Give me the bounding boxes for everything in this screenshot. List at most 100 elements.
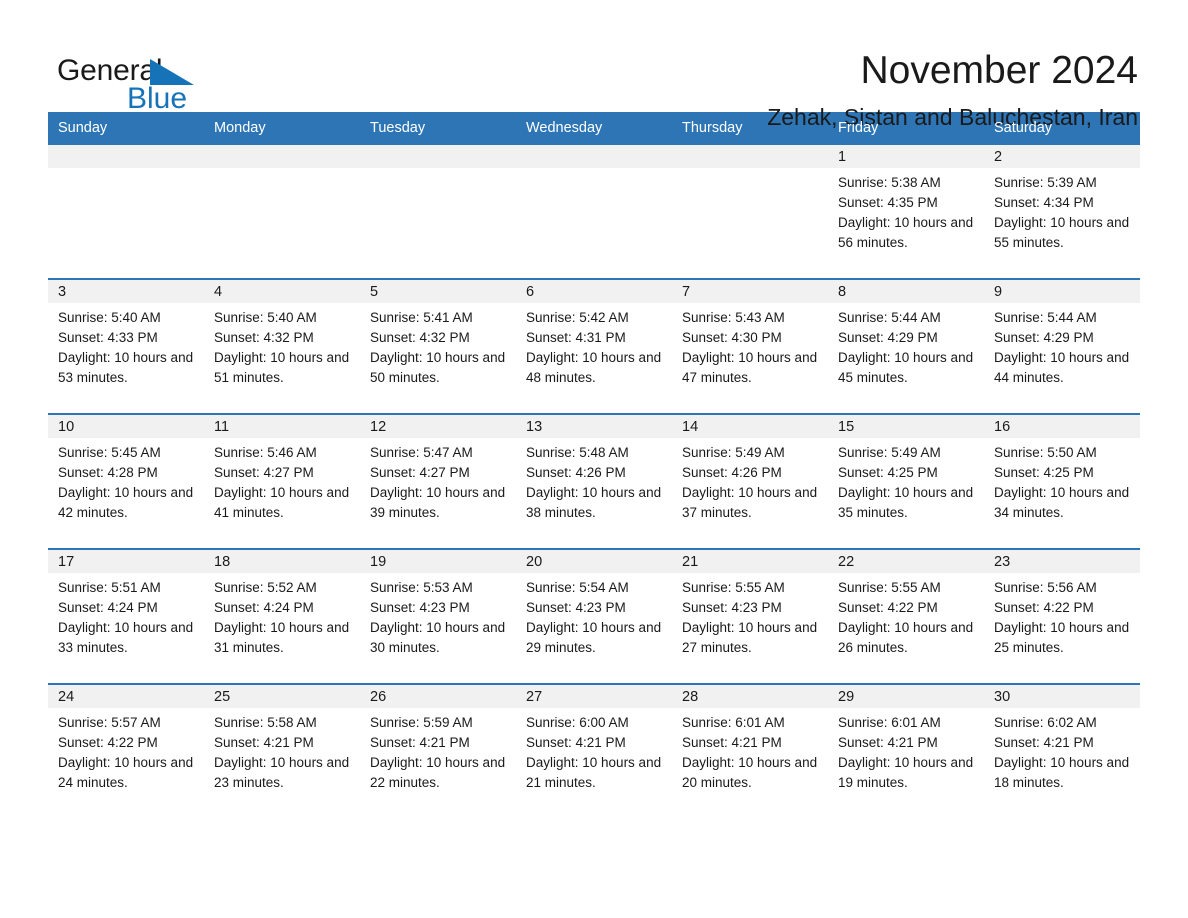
sunset-text: Sunset: 4:28 PM — [58, 465, 158, 480]
day-info: Sunrise: 6:01 AM Sunset: 4:21 PM Daylight:… — [828, 708, 984, 793]
calendar-day-cell[interactable]: 6 Sunrise: 5:42 AM Sunset: 4:31 PM Daylight… — [516, 278, 672, 414]
daylight-text: Daylight: 10 hours and 34 minutes. — [994, 485, 1130, 520]
calendar-day-cell[interactable]: 11 Sunrise: 5:46 AM Sunset: 4:27 PM Dayligh… — [204, 413, 360, 549]
sunrise-text: Sunrise: 5:41 AM — [370, 310, 473, 325]
sunrise-sunset-calendar: Sunday Monday Tuesday Wednesday Thursday… — [48, 112, 1140, 818]
daylight-text: Daylight: 10 hours and 30 minutes. — [370, 620, 506, 655]
calendar-day-cell[interactable]: 20 Sunrise: 5:54 AM Sunset: 4:23 PM Dayligh… — [516, 548, 672, 684]
sunset-text: Sunset: 4:35 PM — [838, 195, 938, 210]
calendar-day-cell[interactable]: 17 Sunrise: 5:51 AM Sunset: 4:24 PM Dayligh… — [48, 548, 204, 684]
day-number: 2 — [984, 145, 1140, 168]
day-cell-inner — [672, 145, 828, 278]
sunrise-text: Sunrise: 6:00 AM — [526, 715, 629, 730]
calendar-day-cell[interactable]: 14 Sunrise: 5:49 AM Sunset: 4:26 PM Dayligh… — [672, 413, 828, 549]
day-cell-inner: 27 Sunrise: 6:00 AM Sunset: 4:21 PM Dayligh… — [516, 685, 672, 818]
daylight-text: Daylight: 10 hours and 41 minutes. — [214, 485, 350, 520]
daylight-text: Daylight: 10 hours and 38 minutes. — [526, 485, 662, 520]
sunset-text: Sunset: 4:25 PM — [838, 465, 938, 480]
calendar-day-cell[interactable]: 23 Sunrise: 5:56 AM Sunset: 4:22 PM Dayligh… — [984, 548, 1140, 684]
calendar-day-cell[interactable]: 1 Sunrise: 5:38 AM Sunset: 4:35 PM Daylight… — [828, 145, 984, 279]
day-info: Sunrise: 5:46 AM Sunset: 4:27 PM Daylight:… — [204, 438, 360, 523]
calendar-day-cell[interactable]: 8 Sunrise: 5:44 AM Sunset: 4:29 PM Daylight… — [828, 278, 984, 414]
calendar-page: General Blue November 2024 Zehak, Sistan… — [0, 0, 1188, 918]
day-number: 26 — [360, 685, 516, 708]
day-number: 24 — [48, 685, 204, 708]
sunset-text: Sunset: 4:29 PM — [994, 330, 1094, 345]
day-cell-inner: 5 Sunrise: 5:41 AM Sunset: 4:32 PM Daylight… — [360, 280, 516, 413]
sunrise-text: Sunrise: 5:58 AM — [214, 715, 317, 730]
day-number: 11 — [204, 415, 360, 438]
sunset-text: Sunset: 4:30 PM — [682, 330, 782, 345]
sunset-text: Sunset: 4:21 PM — [214, 735, 314, 750]
sunset-text: Sunset: 4:22 PM — [838, 600, 938, 615]
calendar-day-cell[interactable]: 29 Sunrise: 6:01 AM Sunset: 4:21 PM Dayligh… — [828, 683, 984, 818]
calendar-day-cell[interactable]: 2 Sunrise: 5:39 AM Sunset: 4:34 PM Daylight… — [984, 145, 1140, 279]
sunset-text: Sunset: 4:21 PM — [682, 735, 782, 750]
sunrise-text: Sunrise: 6:02 AM — [994, 715, 1097, 730]
sunrise-text: Sunrise: 5:57 AM — [58, 715, 161, 730]
sunrise-text: Sunrise: 5:59 AM — [370, 715, 473, 730]
calendar-day-cell[interactable]: 9 Sunrise: 5:44 AM Sunset: 4:29 PM Daylight… — [984, 278, 1140, 414]
day-cell-inner — [204, 145, 360, 278]
day-cell-inner: 19 Sunrise: 5:53 AM Sunset: 4:23 PM Dayligh… — [360, 550, 516, 683]
sunrise-text: Sunrise: 5:54 AM — [526, 580, 629, 595]
daylight-text: Daylight: 10 hours and 18 minutes. — [994, 755, 1130, 790]
day-cell-inner — [516, 145, 672, 278]
sunrise-text: Sunrise: 5:50 AM — [994, 445, 1097, 460]
sunrise-text: Sunrise: 6:01 AM — [838, 715, 941, 730]
day-info: Sunrise: 5:58 AM Sunset: 4:21 PM Daylight:… — [204, 708, 360, 793]
day-info: Sunrise: 5:41 AM Sunset: 4:32 PM Daylight:… — [360, 303, 516, 388]
day-number: 20 — [516, 550, 672, 573]
day-number: 5 — [360, 280, 516, 303]
day-number — [204, 145, 360, 168]
sunrise-text: Sunrise: 5:44 AM — [994, 310, 1097, 325]
day-number — [48, 145, 204, 168]
calendar-day-cell[interactable]: 3 Sunrise: 5:40 AM Sunset: 4:33 PM Daylight… — [48, 278, 204, 414]
calendar-day-cell[interactable]: 18 Sunrise: 5:52 AM Sunset: 4:24 PM Dayligh… — [204, 548, 360, 684]
day-cell-inner: 6 Sunrise: 5:42 AM Sunset: 4:31 PM Daylight… — [516, 280, 672, 413]
day-cell-inner — [48, 145, 204, 278]
day-number: 10 — [48, 415, 204, 438]
calendar-day-cell[interactable]: 26 Sunrise: 5:59 AM Sunset: 4:21 PM Dayligh… — [360, 683, 516, 818]
day-cell-inner: 10 Sunrise: 5:45 AM Sunset: 4:28 PM Dayligh… — [48, 415, 204, 548]
day-info: Sunrise: 5:40 AM Sunset: 4:32 PM Daylight:… — [204, 303, 360, 388]
calendar-cell-empty — [48, 145, 204, 279]
calendar-day-cell[interactable]: 12 Sunrise: 5:47 AM Sunset: 4:27 PM Dayligh… — [360, 413, 516, 549]
day-number — [360, 145, 516, 168]
day-info: Sunrise: 5:39 AM Sunset: 4:34 PM Daylight:… — [984, 168, 1140, 253]
calendar-day-cell[interactable]: 10 Sunrise: 5:45 AM Sunset: 4:28 PM Dayligh… — [48, 413, 204, 549]
calendar-day-cell[interactable]: 16 Sunrise: 5:50 AM Sunset: 4:25 PM Dayligh… — [984, 413, 1140, 549]
day-info: Sunrise: 5:59 AM Sunset: 4:21 PM Daylight:… — [360, 708, 516, 793]
sunrise-text: Sunrise: 5:45 AM — [58, 445, 161, 460]
calendar-day-cell[interactable]: 21 Sunrise: 5:55 AM Sunset: 4:23 PM Dayligh… — [672, 548, 828, 684]
sunset-text: Sunset: 4:21 PM — [370, 735, 470, 750]
daylight-text: Daylight: 10 hours and 26 minutes. — [838, 620, 974, 655]
calendar-day-cell[interactable]: 13 Sunrise: 5:48 AM Sunset: 4:26 PM Dayligh… — [516, 413, 672, 549]
day-info: Sunrise: 6:00 AM Sunset: 4:21 PM Daylight:… — [516, 708, 672, 793]
calendar-day-cell[interactable]: 25 Sunrise: 5:58 AM Sunset: 4:21 PM Dayligh… — [204, 683, 360, 818]
day-number: 17 — [48, 550, 204, 573]
calendar-day-cell[interactable]: 30 Sunrise: 6:02 AM Sunset: 4:21 PM Dayligh… — [984, 683, 1140, 818]
day-number: 8 — [828, 280, 984, 303]
generalblue-logo[interactable]: General Blue — [57, 48, 207, 120]
day-cell-inner: 9 Sunrise: 5:44 AM Sunset: 4:29 PM Daylight… — [984, 280, 1140, 413]
calendar-day-cell[interactable]: 27 Sunrise: 6:00 AM Sunset: 4:21 PM Dayligh… — [516, 683, 672, 818]
calendar-day-cell[interactable]: 22 Sunrise: 5:55 AM Sunset: 4:22 PM Dayligh… — [828, 548, 984, 684]
calendar-day-cell[interactable]: 28 Sunrise: 6:01 AM Sunset: 4:21 PM Dayligh… — [672, 683, 828, 818]
day-info: Sunrise: 5:55 AM Sunset: 4:22 PM Daylight:… — [828, 573, 984, 658]
calendar-day-cell[interactable]: 24 Sunrise: 5:57 AM Sunset: 4:22 PM Dayligh… — [48, 683, 204, 818]
day-cell-inner: 30 Sunrise: 6:02 AM Sunset: 4:21 PM Dayligh… — [984, 685, 1140, 818]
daylight-text: Daylight: 10 hours and 51 minutes. — [214, 350, 350, 385]
calendar-week-row: 1 Sunrise: 5:38 AM Sunset: 4:35 PM Daylight… — [48, 145, 1140, 279]
daylight-text: Daylight: 10 hours and 33 minutes. — [58, 620, 194, 655]
daylight-text: Daylight: 10 hours and 31 minutes. — [214, 620, 350, 655]
day-number — [516, 145, 672, 168]
calendar-day-cell[interactable]: 5 Sunrise: 5:41 AM Sunset: 4:32 PM Daylight… — [360, 278, 516, 414]
calendar-day-cell[interactable]: 15 Sunrise: 5:49 AM Sunset: 4:25 PM Dayligh… — [828, 413, 984, 549]
calendar-day-cell[interactable]: 19 Sunrise: 5:53 AM Sunset: 4:23 PM Dayligh… — [360, 548, 516, 684]
logo-word-blue: Blue — [127, 82, 188, 115]
calendar-day-cell[interactable]: 4 Sunrise: 5:40 AM Sunset: 4:32 PM Daylight… — [204, 278, 360, 414]
calendar-day-cell[interactable]: 7 Sunrise: 5:43 AM Sunset: 4:30 PM Daylight… — [672, 278, 828, 414]
day-info: Sunrise: 5:53 AM Sunset: 4:23 PM Daylight:… — [360, 573, 516, 658]
day-info: Sunrise: 6:01 AM Sunset: 4:21 PM Daylight:… — [672, 708, 828, 793]
